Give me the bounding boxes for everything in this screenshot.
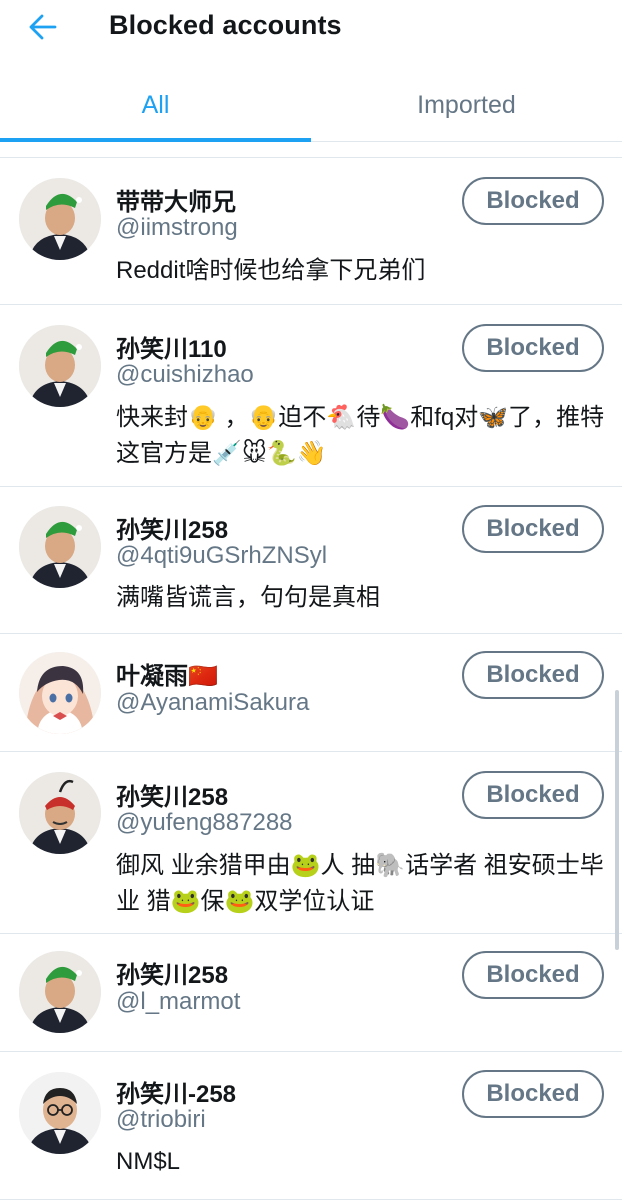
account-name: 叶凝雨🇨🇳 <box>116 663 218 690</box>
avatar[interactable] <box>19 178 101 260</box>
blocked-button[interactable]: Blocked <box>462 1070 604 1118</box>
avatar-image <box>19 506 101 588</box>
avatar[interactable] <box>19 772 101 854</box>
blocked-button[interactable]: Blocked <box>462 324 604 372</box>
account-name: 孙笑川258 <box>116 784 229 811</box>
tab-all[interactable]: All <box>0 70 311 141</box>
avatar[interactable] <box>19 325 101 407</box>
arrow-left-icon <box>29 14 57 40</box>
avatar-image <box>19 772 101 854</box>
active-tab-indicator <box>0 138 311 142</box>
account-handle: @l_marmot <box>116 988 241 1015</box>
tab-bar: All Imported <box>0 70 622 142</box>
blocked-button[interactable]: Blocked <box>462 951 604 999</box>
scrollbar-thumb[interactable] <box>615 690 619 950</box>
top-app-bar: Blocked accounts <box>0 0 622 56</box>
account-name: 孙笑川-258 <box>116 1081 237 1108</box>
avatar-image <box>19 951 101 1033</box>
account-handle: @iimstrong <box>116 214 238 241</box>
account-name: 带带大师兄 <box>116 189 236 216</box>
account-row[interactable]: 孙笑川258 @yufeng887288 御风 业余猎甲由🐸人 抽🐘话学者 祖安… <box>0 752 622 934</box>
blocked-button[interactable]: Blocked <box>462 505 604 553</box>
avatar-image <box>19 652 101 734</box>
avatar-image <box>19 178 101 260</box>
avatar-image <box>19 1072 101 1154</box>
avatar[interactable] <box>19 652 101 734</box>
account-row[interactable]: 带带大师兄 @iimstrong Reddit啥时候也给拿下兄弟们 Blocke… <box>0 158 622 305</box>
account-bio: 御风 业余猎甲由🐸人 抽🐘话学者 祖安硕士毕业 猎🐸保🐸双学位认证 <box>116 852 604 915</box>
account-bio: NM$L <box>116 1148 181 1175</box>
avatar[interactable] <box>19 506 101 588</box>
account-handle: @AyanamiSakura <box>116 689 310 716</box>
account-row[interactable]: 孙笑川110 @cuishizhao 快来封👴 ，👴迫不🐔待🍆和fq对🦋了，推特… <box>0 305 622 487</box>
account-name: 孙笑川110 <box>116 336 227 363</box>
account-handle: @yufeng887288 <box>116 809 293 836</box>
account-row[interactable]: 孙笑川258 @4qti9uGSrhZNSyl 满嘴皆谎言，句句是真相 Bloc… <box>0 487 622 634</box>
account-bio: Reddit啥时候也给拿下兄弟们 <box>116 257 426 284</box>
account-row[interactable]: 孙笑川258 @l_marmot Blocked <box>0 934 622 1052</box>
tab-imported[interactable]: Imported <box>311 70 622 141</box>
account-row[interactable]: 叶凝雨🇨🇳 @AyanamiSakura Blocked <box>0 634 622 752</box>
blocked-button[interactable]: Blocked <box>462 651 604 699</box>
account-handle: @triobiri <box>116 1106 206 1133</box>
account-row[interactable]: 孙笑川-258 @triobiri NM$L Blocked <box>0 1052 622 1200</box>
avatar[interactable] <box>19 951 101 1033</box>
blocked-accounts-list: 带带大师兄 @iimstrong Reddit啥时候也给拿下兄弟们 Blocke… <box>0 157 622 1200</box>
account-name: 孙笑川258 <box>116 962 229 989</box>
avatar-image <box>19 325 101 407</box>
account-bio: 满嘴皆谎言，句句是真相 <box>116 584 380 611</box>
account-handle: @4qti9uGSrhZNSyl <box>116 542 328 569</box>
page-title: Blocked accounts <box>109 10 342 40</box>
account-handle: @cuishizhao <box>116 361 254 388</box>
blocked-button[interactable]: Blocked <box>462 771 604 819</box>
account-name: 孙笑川258 <box>116 517 229 544</box>
account-bio: 快来封👴 ，👴迫不🐔待🍆和fq对🦋了，推特这官方是💉🐭🐍👋 <box>116 404 605 467</box>
avatar[interactable] <box>19 1072 101 1154</box>
blocked-button[interactable]: Blocked <box>462 177 604 225</box>
back-button[interactable] <box>26 12 60 42</box>
